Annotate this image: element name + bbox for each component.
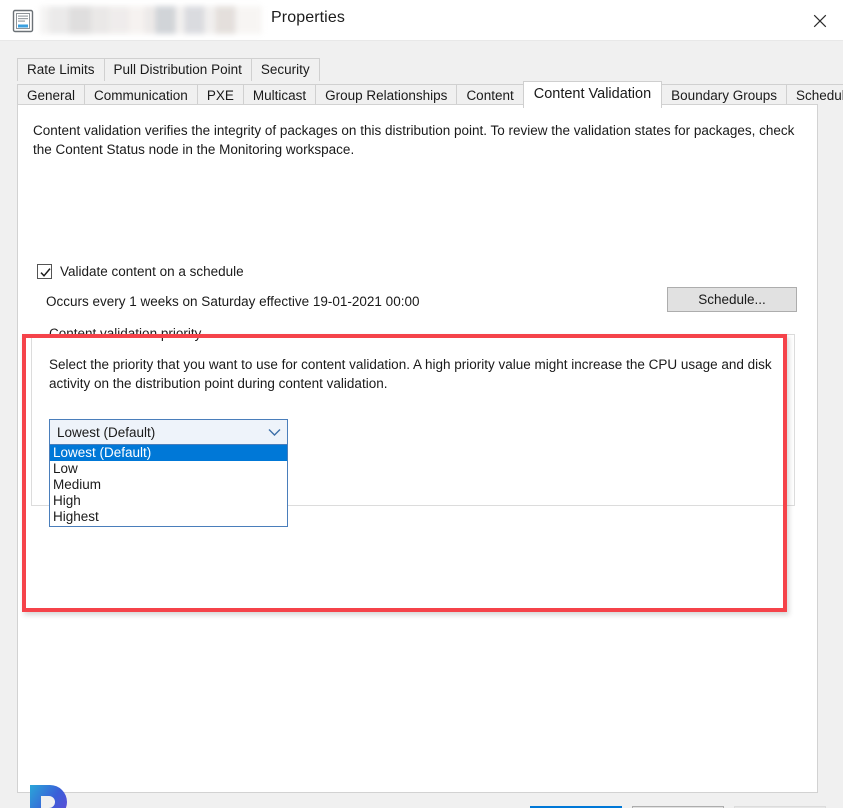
content-validation-panel: Content validation verifies the integrit… <box>17 104 818 793</box>
panel-intro-text: Content validation verifies the integrit… <box>33 123 795 157</box>
properties-dialog: Properties Rate Limits Pull Distribution… <box>0 0 843 808</box>
priority-dropdown-list[interactable]: Lowest (Default) Low Medium High Highest <box>49 445 288 527</box>
checkmark-icon <box>40 268 51 277</box>
tab-rate-limits[interactable]: Rate Limits <box>17 58 105 81</box>
close-button[interactable] <box>797 0 843 41</box>
tab-content-validation[interactable]: Content Validation <box>522 81 663 108</box>
dropdown-option-high[interactable]: High <box>50 493 287 509</box>
window-title: Properties <box>271 9 345 26</box>
tab-security[interactable]: Security <box>250 58 320 81</box>
close-icon <box>813 14 827 27</box>
watermark-logo <box>20 781 82 808</box>
dropdown-option-low[interactable]: Low <box>50 461 287 477</box>
tab-strip: Rate Limits Pull Distribution Point Secu… <box>17 58 843 108</box>
redacted-server-name <box>40 6 262 34</box>
priority-group-title: Content validation priority <box>45 326 207 341</box>
chevron-down-icon[interactable] <box>261 420 287 444</box>
priority-combobox[interactable]: Lowest (Default) <box>49 419 288 445</box>
tab-pull-distribution-point[interactable]: Pull Distribution Point <box>103 58 252 81</box>
tab-row-bottom: General Communication PXE Multicast Grou… <box>17 81 843 108</box>
priority-combobox-value: Lowest (Default) <box>57 424 156 440</box>
dropdown-option-medium[interactable]: Medium <box>50 477 287 493</box>
schedule-summary-text: Occurs every 1 weeks on Saturday effecti… <box>46 294 420 309</box>
content-validation-priority-group: Content validation priority Select the p… <box>31 326 795 527</box>
dropdown-option-highest[interactable]: Highest <box>50 509 287 525</box>
validate-content-checkbox-row[interactable]: Validate content on a schedule <box>37 264 244 279</box>
tab-row-top: Rate Limits Pull Distribution Point Secu… <box>17 58 818 81</box>
validate-content-checkbox-label: Validate content on a schedule <box>60 264 244 279</box>
dropdown-option-lowest-default[interactable]: Lowest (Default) <box>50 445 287 461</box>
priority-group-description: Select the priority that you want to use… <box>49 357 772 391</box>
schedule-button[interactable]: Schedule... <box>667 287 797 312</box>
validate-content-checkbox[interactable] <box>37 264 52 279</box>
document-properties-icon <box>12 9 34 33</box>
title-bar: Properties <box>0 0 843 41</box>
dialog-body: Rate Limits Pull Distribution Point Secu… <box>0 41 843 808</box>
